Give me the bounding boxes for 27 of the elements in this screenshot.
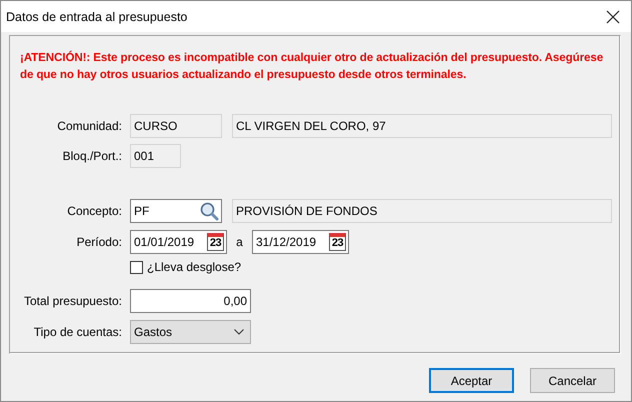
- concept-name-field: PROVISIÓN DE FONDOS: [232, 199, 612, 223]
- date-field[interactable]: 31/12/2019 23: [252, 230, 349, 254]
- close-icon[interactable]: [606, 10, 620, 24]
- accept-button[interactable]: Aceptar: [429, 368, 514, 393]
- field-label: Comunidad:: [56, 119, 122, 133]
- date-field[interactable]: 01/01/2019 23: [130, 230, 227, 254]
- field-label: Bloq./Port.:: [62, 149, 122, 163]
- code-field: CURSO: [130, 114, 222, 138]
- checkbox-label[interactable]: ¿Lleva desglose?: [147, 260, 242, 274]
- block-field: 001: [130, 144, 181, 168]
- calendar-icon[interactable]: 23: [207, 233, 224, 251]
- calendar-icon[interactable]: 23: [329, 233, 346, 251]
- field-label: Tipo de cuentas:: [32, 325, 122, 339]
- chevron-down-icon: [234, 329, 244, 335]
- search-icon[interactable]: [200, 202, 219, 220]
- cancel-button[interactable]: Cancelar: [530, 368, 615, 393]
- address-field: CL VIRGEN DEL CORO, 97: [232, 114, 612, 138]
- field-label: Concepto:: [66, 204, 122, 218]
- account-type-dropdown[interactable]: Gastos: [130, 320, 251, 344]
- field-label: Período:: [76, 235, 122, 249]
- range-separator: a: [235, 235, 244, 249]
- concept-field[interactable]: PF: [130, 199, 222, 223]
- window-title: Datos de entrada al presupuesto: [6, 10, 188, 24]
- field-label: Total presupuesto:: [22, 294, 122, 308]
- checkbox[interactable]: [130, 260, 143, 274]
- total-field[interactable]: 0,00: [130, 289, 251, 313]
- warning-message: ¡ATENCIÓN!: Este proceso es incompatible con cualquier otro de actualización del presupuesto. Asegúrese de que no hay otros usuarios actualizando el presupuesto desde otros terminales.: [20, 50, 604, 83]
